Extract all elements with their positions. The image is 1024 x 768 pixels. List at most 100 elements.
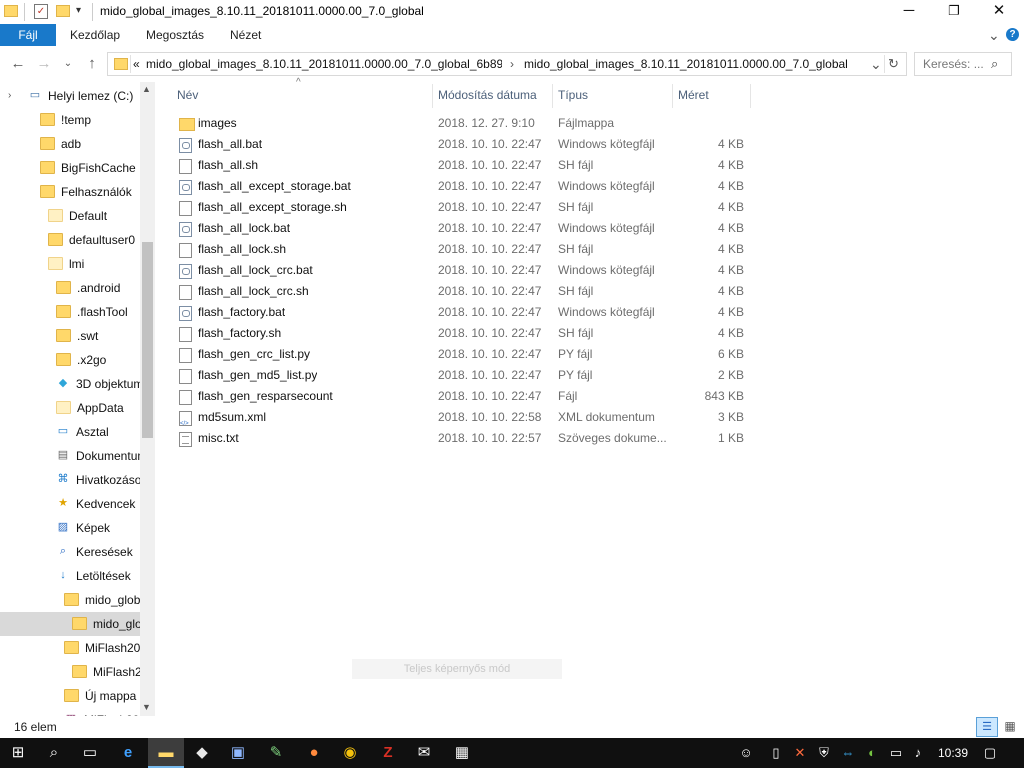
breadcrumb-segment-current[interactable]: mido_global_images_8.10.11_20181011.0000… xyxy=(524,53,848,75)
tab-home[interactable]: Kezdőlap xyxy=(70,24,120,46)
breadcrumb-separator-icon[interactable]: › xyxy=(510,53,514,75)
nav-item[interactable]: BigFishCache xyxy=(0,156,140,180)
column-header-type[interactable]: Típus xyxy=(558,84,588,106)
column-header-size[interactable]: Méret xyxy=(678,84,709,106)
nav-item[interactable]: ⌕ Keresések xyxy=(0,540,140,564)
column-divider[interactable] xyxy=(552,84,553,108)
action-center-icon[interactable]: ▢ xyxy=(980,738,1000,768)
chrome-icon[interactable]: ◉ xyxy=(332,738,368,768)
file-row[interactable]: flash_all.sh 2018. 10. 10. 22:47 SH fájl 4 … xyxy=(173,155,751,176)
nav-item[interactable]: AppData xyxy=(0,396,140,420)
mail-icon[interactable]: ✉ xyxy=(406,738,442,768)
file-row[interactable]: flash_all_except_storage.sh 2018. 10. 10.… xyxy=(173,197,751,218)
usb-icon[interactable]: ▯ xyxy=(766,738,786,768)
tray-app-icon[interactable]: ✕ xyxy=(790,738,810,768)
address-dropdown-icon[interactable]: ⌄ xyxy=(870,53,882,75)
nav-item[interactable]: lmi xyxy=(0,252,140,276)
file-row[interactable]: flash_all_lock_crc.sh 2018. 10. 10. 22:47… xyxy=(173,281,751,302)
nav-item[interactable]: ▨ Képek xyxy=(0,516,140,540)
file-row[interactable]: flash_all_lock.bat 2018. 10. 10. 22:47 Win… xyxy=(173,218,751,239)
nav-item[interactable]: MiFlash20 xyxy=(0,636,140,660)
forward-arrow-icon[interactable]: → xyxy=(34,54,54,74)
calculator-icon[interactable]: ▦ xyxy=(444,738,480,768)
app-icon[interactable]: ▣ xyxy=(220,738,256,768)
file-row[interactable]: flash_all_except_storage.bat 2018. 10. 10… xyxy=(173,176,751,197)
file-row[interactable]: flash_all_lock_crc.bat 2018. 10. 10. 22:4… xyxy=(173,260,751,281)
file-row[interactable]: flash_all_lock.sh 2018. 10. 10. 22:47 SH f… xyxy=(173,239,751,260)
up-arrow-icon[interactable]: ↑ xyxy=(82,54,102,74)
start-icon[interactable]: ⊞ xyxy=(0,738,36,768)
nav-item[interactable]: adb xyxy=(0,132,140,156)
tab-file[interactable]: Fájl xyxy=(0,24,56,46)
properties-icon[interactable]: ✓ xyxy=(34,4,48,19)
search-icon[interactable]: ⌕ xyxy=(991,56,998,72)
search-icon[interactable]: ⌕ xyxy=(36,738,72,768)
app-icon[interactable]: ✎ xyxy=(258,738,294,768)
scroll-up-icon[interactable]: ▲ xyxy=(142,84,151,94)
nav-item[interactable]: .flashTool xyxy=(0,300,140,324)
maximize-button[interactable]: ❐ xyxy=(931,0,977,24)
filezilla-icon[interactable]: Z xyxy=(370,738,406,768)
file-row[interactable]: flash_gen_crc_list.py 2018. 10. 10. 22:47… xyxy=(173,344,751,365)
file-row[interactable]: flash_gen_resparsecount 2018. 10. 10. 22:… xyxy=(173,386,751,407)
column-divider[interactable] xyxy=(672,84,673,108)
nav-item[interactable]: Default xyxy=(0,204,140,228)
column-divider[interactable] xyxy=(432,84,433,108)
nav-item[interactable]: ▥MiFlash20 xyxy=(0,708,140,716)
recent-locations-icon[interactable]: ⌄ xyxy=(58,54,78,74)
nav-item[interactable]: ▤ Dokumentumok xyxy=(0,444,140,468)
shield-icon[interactable]: ⛨ xyxy=(814,738,834,768)
nav-item[interactable]: defaultuser0 xyxy=(0,228,140,252)
file-row[interactable]: images 2018. 12. 27. 9:10 Fájlmappa xyxy=(173,113,751,134)
app-icon[interactable]: ◆ xyxy=(184,738,220,768)
column-header-date[interactable]: Módosítás dátuma xyxy=(438,84,537,106)
nav-item[interactable]: ◆ 3D objektumok xyxy=(0,372,140,396)
nav-item[interactable]: .x2go xyxy=(0,348,140,372)
address-bar[interactable]: « mido_global_images_8.10.11_20181011.00… xyxy=(107,52,907,76)
nav-item[interactable]: Új mappa xyxy=(0,684,140,708)
people-icon[interactable]: ☺ xyxy=(736,738,756,768)
nav-item[interactable]: mido_global_images xyxy=(0,588,140,612)
scroll-down-icon[interactable]: ▼ xyxy=(142,702,151,712)
expand-ribbon-icon[interactable]: ⌄ xyxy=(988,24,1000,46)
file-row[interactable]: flash_gen_md5_list.py 2018. 10. 10. 22:47… xyxy=(173,365,751,386)
column-header-name[interactable]: Név xyxy=(177,84,198,106)
refresh-icon[interactable]: ↻ xyxy=(888,53,899,75)
nav-item[interactable]: mido_global_images xyxy=(0,612,140,636)
tab-view[interactable]: Nézet xyxy=(230,24,261,46)
nav-item[interactable]: ▭ Asztal xyxy=(0,420,140,444)
nav-item[interactable]: MiFlash2 xyxy=(0,660,140,684)
tab-share[interactable]: Megosztás xyxy=(146,24,204,46)
new-folder-icon[interactable] xyxy=(56,5,70,17)
nav-item[interactable]: ⌘ Hivatkozások xyxy=(0,468,141,492)
nav-item[interactable]: ▭ Helyi lemez (C:) › xyxy=(0,84,140,108)
volume-icon[interactable]: ♪ xyxy=(908,738,928,768)
breadcrumb-segment[interactable]: mido_global_images_8.10.11_20181011.0000… xyxy=(146,53,502,75)
nav-item[interactable]: .swt xyxy=(0,324,140,348)
nav-item[interactable]: .android xyxy=(0,276,140,300)
file-row[interactable]: flash_factory.sh 2018. 10. 10. 22:47 SH fá… xyxy=(173,323,751,344)
large-icons-view-icon[interactable]: ▦ xyxy=(1000,717,1020,735)
clock[interactable]: 10:39 xyxy=(938,738,968,768)
nav-item[interactable]: Felhasználók xyxy=(0,180,140,204)
nav-scrollbar-thumb[interactable] xyxy=(142,242,153,438)
nav-item[interactable]: ★ Kedvencek xyxy=(0,492,140,516)
file-row[interactable]: flash_factory.bat 2018. 10. 10. 22:47 Wind… xyxy=(173,302,751,323)
nav-item[interactable]: !temp xyxy=(0,108,140,132)
task-view-icon[interactable]: ▭ xyxy=(72,738,108,768)
help-icon[interactable]: ? xyxy=(1006,28,1019,41)
network-icon[interactable]: ▭ xyxy=(886,738,906,768)
search-input[interactable]: Keresés: ... ⌕ xyxy=(914,52,1012,76)
expand-chevron-icon[interactable]: › xyxy=(8,84,11,108)
file-explorer-icon[interactable]: ▬ xyxy=(148,738,184,768)
edge-icon[interactable]: e xyxy=(110,738,146,768)
address-overflow-button[interactable]: « xyxy=(133,53,140,75)
close-button[interactable]: ✕ xyxy=(976,0,1022,24)
minimize-button[interactable]: ─ xyxy=(886,0,932,24)
column-divider[interactable] xyxy=(750,84,751,108)
nvidia-icon[interactable]: ◐ xyxy=(862,738,882,768)
file-row[interactable]: misc.txt 2018. 10. 10. 22:57 Szöveges doku… xyxy=(173,428,751,449)
back-arrow-icon[interactable]: ← xyxy=(8,54,28,74)
firefox-icon[interactable]: ● xyxy=(296,738,332,768)
details-view-icon[interactable]: ☰ xyxy=(976,717,998,737)
